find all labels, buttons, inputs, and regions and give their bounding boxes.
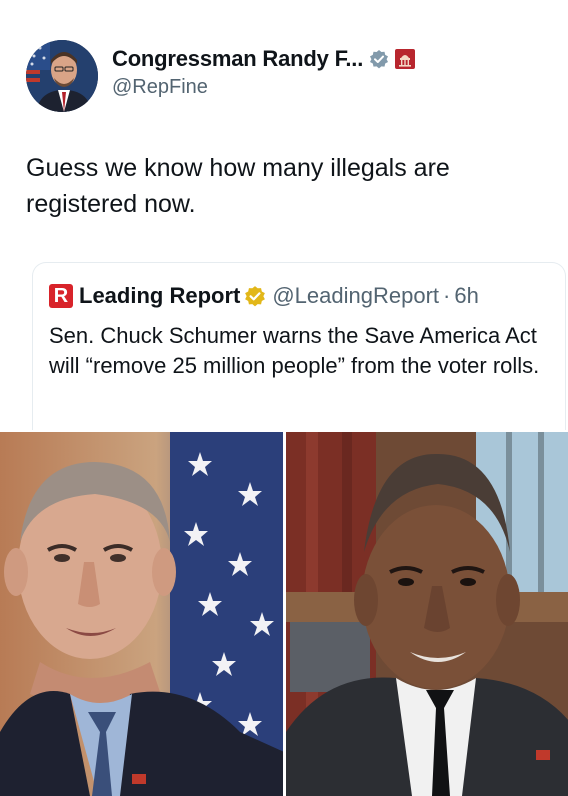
- house-seal-icon: [395, 49, 416, 69]
- left-photo[interactable]: [0, 432, 283, 796]
- obama-portrait-image: [285, 432, 568, 796]
- avatar-image: [26, 40, 98, 112]
- tweet-header: Congressman Randy F... @RepFine: [26, 40, 416, 112]
- quote-text: Sen. Chuck Schumer warns the Save Americ…: [49, 323, 540, 378]
- quote-timestamp[interactable]: 6h: [454, 283, 478, 309]
- gold-check-badge-icon: [244, 285, 266, 307]
- leading-report-logo-icon: R: [49, 284, 73, 308]
- quoted-tweet-card[interactable]: R Leading Report @LeadingReport · 6h Sen…: [32, 262, 566, 430]
- quote-handle[interactable]: @LeadingReport: [272, 283, 439, 309]
- tweet-text: Guess we know how many illegals are regi…: [26, 154, 450, 218]
- quote-header: R Leading Report @LeadingReport · 6h: [49, 283, 565, 309]
- media-grid: [0, 432, 568, 796]
- name-row: Congressman Randy F...: [112, 46, 416, 72]
- author-avatar[interactable]: [26, 40, 98, 112]
- schumer-portrait-image: [0, 432, 283, 796]
- author-handle[interactable]: @RepFine: [112, 76, 415, 99]
- separator-dot: ·: [443, 283, 451, 308]
- gray-check-badge-icon: [369, 49, 389, 69]
- right-photo[interactable]: [285, 432, 568, 796]
- author-display-name[interactable]: Congressman Randy F...: [112, 46, 363, 72]
- author-names: Congressman Randy F... @RepFine: [112, 46, 416, 99]
- quote-source-name[interactable]: Leading Report: [79, 283, 240, 309]
